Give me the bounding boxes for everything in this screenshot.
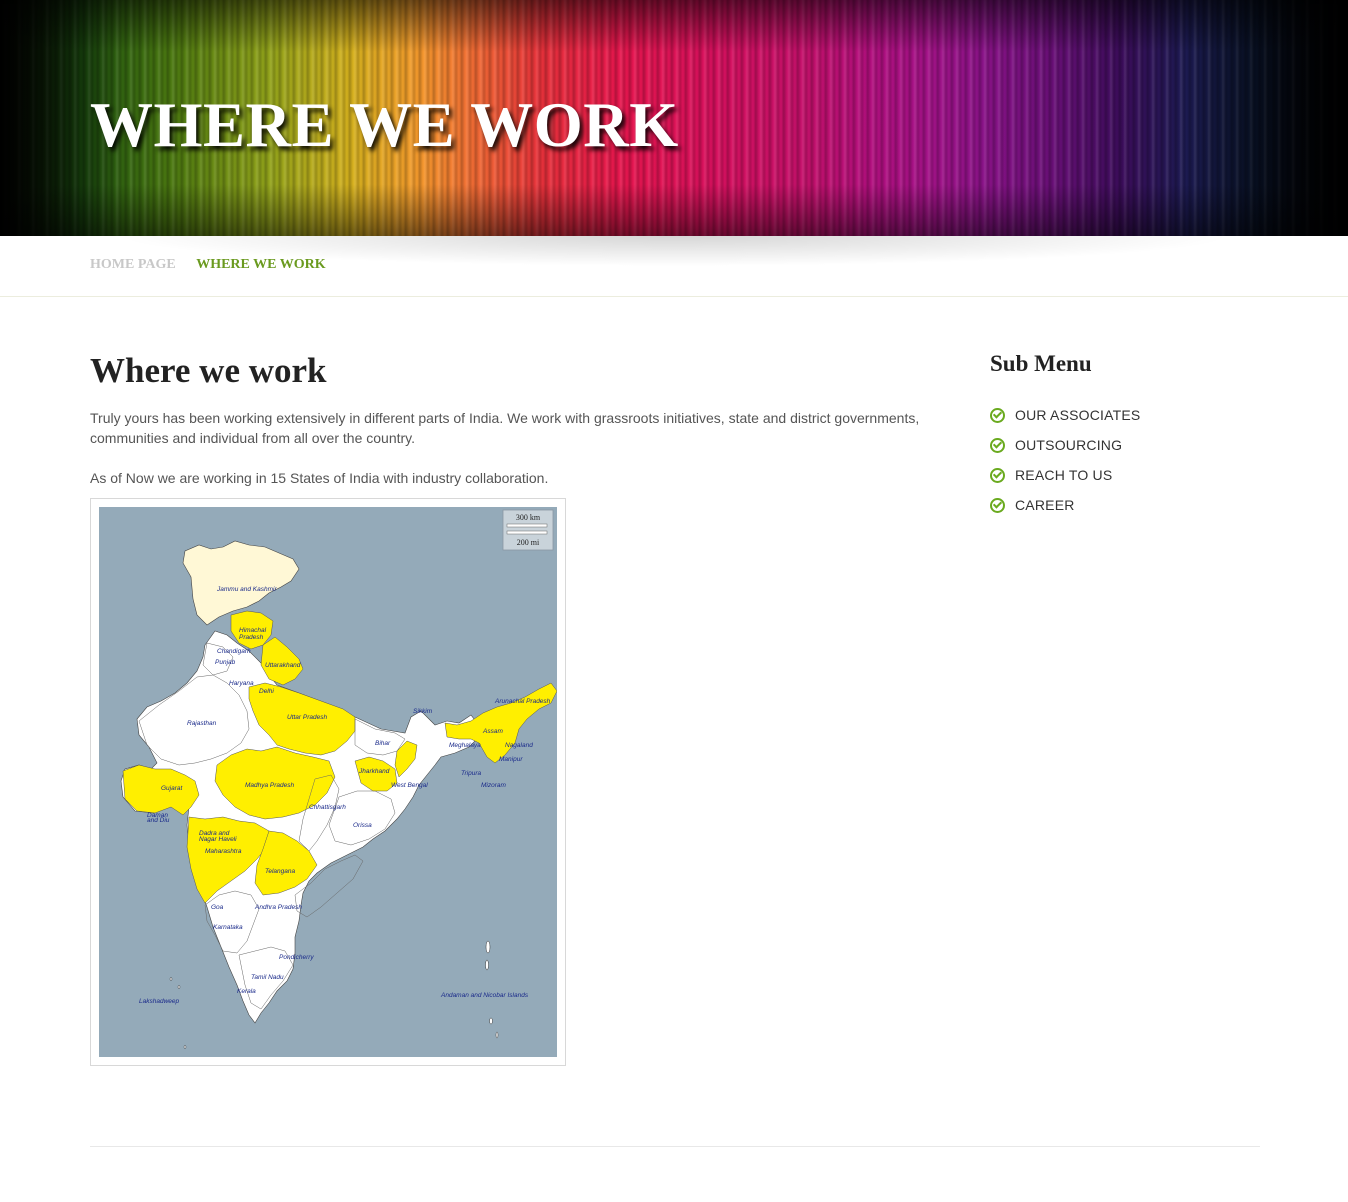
scale-mi-label: 200 mi xyxy=(517,538,540,547)
sub-menu-item-outsourcing[interactable]: OUTSOURCING xyxy=(990,430,1260,460)
breadcrumb-current: WHERE WE WORK xyxy=(196,257,326,272)
label-daman-2: and Diu xyxy=(147,817,170,824)
label-maharashtra: Maharashtra xyxy=(205,848,242,855)
label-andaman: Andaman and Nicobar Islands xyxy=(440,992,529,999)
label-telangana: Telangana xyxy=(265,868,296,875)
check-circle-icon xyxy=(990,437,1005,453)
label-nagaland: Nagaland xyxy=(505,742,533,749)
sub-menu-title: Sub Menu xyxy=(990,351,1092,376)
label-sikkim: Sikkim xyxy=(413,708,433,715)
sub-menu-item-reach-to-us[interactable]: REACH TO US xyxy=(990,460,1260,490)
label-pondicherry: Pondicherry xyxy=(279,954,314,961)
label-haryana: Haryana xyxy=(229,680,254,687)
main-content: Where we work Truly yours has been worki… xyxy=(90,348,930,486)
breadcrumb-home-link[interactable]: HOME PAGE xyxy=(90,257,176,272)
sub-menu-item-our-associates[interactable]: OUR ASSOCIATES xyxy=(990,400,1260,430)
header-banner: WHERE WE WORK xyxy=(0,0,1348,236)
label-meghalaya: Meghalaya xyxy=(449,742,481,749)
label-arunachal: Arunachal Pradesh xyxy=(494,698,551,705)
page-title: Where we work xyxy=(90,351,327,390)
check-circle-icon xyxy=(990,467,1005,483)
label-andhra: Andhra Pradesh xyxy=(254,904,302,911)
label-chhattisgarh: Chhattisgarh xyxy=(309,804,346,811)
label-orissa: Orissa xyxy=(353,822,372,829)
label-gujarat: Gujarat xyxy=(161,785,184,792)
label-punjab: Punjab xyxy=(215,659,236,666)
label-tamil-nadu: Tamil Nadu xyxy=(251,974,284,981)
check-circle-icon xyxy=(990,497,1005,513)
label-madhya-pradesh: Madhya Pradesh xyxy=(245,782,295,789)
label-rajasthan: Rajasthan xyxy=(187,720,217,727)
label-delhi: Delhi xyxy=(259,688,274,695)
label-goa: Goa xyxy=(211,904,224,911)
label-west-bengal: West Bengal xyxy=(391,782,428,789)
states-paragraph: As of Now we are working in 15 States of… xyxy=(90,470,549,486)
india-map: 300 km 200 mi Jammu and Kashmir Himachal… xyxy=(99,507,557,1057)
label-assam: Assam xyxy=(482,728,503,735)
footer-divider xyxy=(90,1146,1260,1147)
intro-paragraph: Truly yours has been working extensively… xyxy=(90,410,920,446)
label-himachal-1: Himachal xyxy=(239,627,267,634)
label-kerala: Kerala xyxy=(237,988,256,995)
label-chandigarh: Chandigarh xyxy=(217,648,251,655)
check-circle-icon xyxy=(990,407,1005,423)
sub-menu-link-our-associates[interactable]: OUR ASSOCIATES xyxy=(1015,407,1140,423)
map-scale: 300 km 200 mi xyxy=(502,509,554,551)
label-mizoram: Mizoram xyxy=(481,782,507,789)
label-uttar-pradesh: Uttar Pradesh xyxy=(287,714,327,721)
label-karnataka: Karnataka xyxy=(213,924,243,931)
sub-menu-link-outsourcing[interactable]: OUTSOURCING xyxy=(1015,437,1122,453)
label-bihar: Bihar xyxy=(375,740,391,747)
scale-km-label: 300 km xyxy=(516,513,541,522)
label-manipur: Manipur xyxy=(499,756,523,763)
label-lakshadweep: Lakshadweep xyxy=(139,998,179,1005)
label-jharkhand: Jharkhand xyxy=(358,768,390,775)
label-tripura: Tripura xyxy=(461,770,481,777)
sub-menu-link-reach-to-us[interactable]: REACH TO US xyxy=(1015,467,1112,483)
breadcrumb-divider xyxy=(0,296,1348,297)
sub-menu-item-career[interactable]: CAREER xyxy=(990,490,1260,520)
label-jammu-kashmir: Jammu and Kashmir xyxy=(216,586,277,593)
label-uttarakhand: Uttarakhand xyxy=(265,662,301,669)
label-dadra-2: Nagar Haveli xyxy=(199,836,237,843)
label-himachal-2: Pradesh xyxy=(239,634,264,641)
india-map-frame: 300 km 200 mi Jammu and Kashmir Himachal… xyxy=(90,498,566,1066)
banner-title: WHERE WE WORK xyxy=(90,90,679,160)
sub-menu-link-career[interactable]: CAREER xyxy=(1015,497,1075,513)
sub-menu-list: OUR ASSOCIATES OUTSOURCING REACH TO US C… xyxy=(990,400,1260,520)
sidebar: Sub Menu OUR ASSOCIATES OUTSOURCING REAC… xyxy=(990,350,1260,513)
breadcrumb: HOME PAGE WHERE WE WORK xyxy=(90,257,326,273)
